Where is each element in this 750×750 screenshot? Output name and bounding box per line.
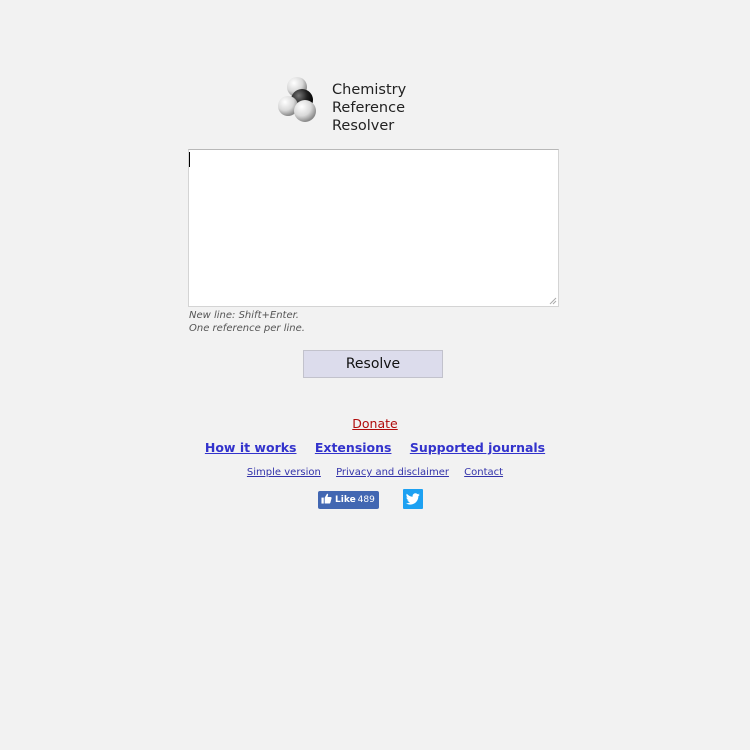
facebook-like-button[interactable]: Like 489 [318, 491, 379, 509]
donate-row: Donate [0, 416, 750, 431]
molecule-logo-icon [278, 77, 316, 122]
secondary-nav: Simple version Privacy and disclaimer Co… [0, 467, 750, 478]
resolve-button[interactable]: Resolve [303, 350, 443, 378]
logo-title-line1: Chemistry [332, 82, 407, 98]
twitter-button[interactable] [403, 489, 423, 509]
reference-input[interactable] [188, 149, 559, 307]
logo-text: Chemistry Reference Resolver [332, 81, 467, 135]
simple-version-link[interactable]: Simple version [247, 467, 321, 478]
page: Chemistry Reference Resolver New line: S… [0, 0, 750, 750]
input-hint: New line: Shift+Enter. One reference per… [189, 310, 305, 335]
logo-title-line2: Reference Resolver [332, 100, 406, 134]
like-count: 489 [357, 495, 375, 505]
resize-grip-icon[interactable] [548, 296, 557, 305]
supported-journals-link[interactable]: Supported journals [410, 440, 545, 455]
text-caret [189, 152, 190, 167]
contact-link[interactable]: Contact [464, 467, 503, 478]
extensions-link[interactable]: Extensions [315, 440, 392, 455]
twitter-bird-icon [406, 493, 420, 505]
donate-link[interactable]: Donate [352, 416, 397, 431]
like-label: Like [335, 495, 356, 505]
thumbs-up-icon [321, 493, 332, 504]
main-nav: How it works Extensions Supported journa… [0, 440, 750, 455]
hint-one-per-line: One reference per line. [189, 322, 305, 334]
privacy-disclaimer-link[interactable]: Privacy and disclaimer [336, 467, 449, 478]
how-it-works-link[interactable]: How it works [205, 440, 297, 455]
hint-newline: New line: Shift+Enter. [189, 310, 299, 321]
site-logo[interactable]: Chemistry Reference Resolver [277, 75, 467, 134]
